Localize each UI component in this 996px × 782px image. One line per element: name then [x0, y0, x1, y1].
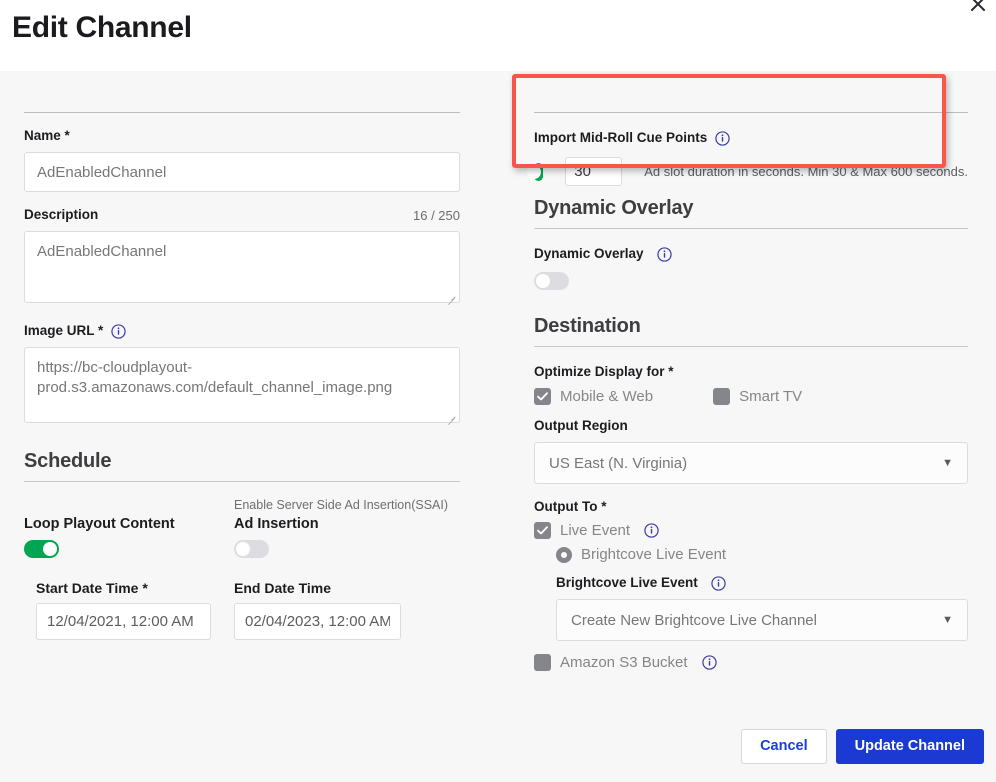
left-column: Name * Description 16 / 250 AdEnabledCha… [0, 71, 500, 722]
cancel-button[interactable]: Cancel [741, 729, 827, 764]
dynamic-overlay-label: Dynamic Overlay [534, 245, 968, 263]
checkbox-label: Smart TV [739, 388, 802, 405]
info-icon[interactable] [111, 324, 126, 339]
destination-divider [534, 346, 968, 347]
start-date-label: Start Date Time * [36, 580, 222, 596]
dynamic-overlay-toggle[interactable] [534, 272, 569, 290]
checkbox-live-event[interactable]: Live Event [534, 522, 968, 539]
radio-icon-selected[interactable] [556, 547, 572, 563]
checkbox-icon-checked[interactable] [534, 522, 551, 539]
schedule-dates-row: Start Date Time * End Date Time [24, 580, 460, 640]
cue-points-label-text: Import Mid-Roll Cue Points [534, 129, 707, 147]
image-url-label-text: Image URL * [24, 322, 103, 340]
checkbox-smart-tv[interactable]: Smart TV [713, 388, 802, 405]
end-date-input[interactable] [234, 603, 401, 640]
output-region-label: Output Region [534, 417, 968, 435]
cue-points-label: Import Mid-Roll Cue Points [534, 129, 968, 147]
destination-section-title: Destination [534, 315, 968, 338]
info-icon[interactable] [711, 576, 726, 591]
chevron-down-icon: ▼ [942, 458, 953, 469]
info-icon[interactable] [715, 131, 730, 146]
schedule-section: Schedule Loop Playout Content Enable Ser… [24, 450, 460, 640]
modal-header: Edit Channel [0, 0, 996, 71]
checkbox-label: Amazon S3 Bucket [560, 654, 688, 671]
right-column: Import Mid-Roll Cue Points Ad slot durat… [500, 71, 996, 722]
cue-points-controls: Ad slot duration in seconds. Min 30 & Ma… [534, 157, 968, 186]
dynamic-overlay-divider [534, 228, 968, 229]
destination-section: Destination Optimize Display for * Mobil… [534, 315, 968, 671]
loop-playout-group: Loop Playout Content [24, 496, 222, 563]
checkbox-amazon-s3[interactable]: Amazon S3 Bucket [534, 654, 968, 671]
checkbox-mobile-web[interactable]: Mobile & Web [534, 388, 653, 405]
loop-playout-toggle[interactable] [24, 540, 59, 558]
image-url-field-group: Image URL * https://bc-cloudplayout-prod… [24, 322, 460, 428]
end-date-label: End Date Time [234, 580, 432, 596]
info-icon[interactable] [702, 655, 717, 670]
brightcove-live-event-label-text: Brightcove Live Event [556, 574, 698, 592]
checkbox-icon-unchecked[interactable] [713, 388, 730, 405]
name-label: Name * [24, 127, 70, 145]
ssai-note: Enable Server Side Ad Insertion(SSAI) [234, 496, 432, 514]
ad-slot-duration-input[interactable] [565, 157, 622, 186]
description-field-group: Description 16 / 250 AdEnabledChannel [24, 206, 460, 308]
cue-points-group: Import Mid-Roll Cue Points Ad slot durat… [534, 129, 968, 186]
checkbox-icon-unchecked[interactable] [534, 654, 551, 671]
description-label: Description [24, 206, 98, 224]
checkbox-label: Mobile & Web [560, 388, 653, 405]
description-textarea[interactable]: AdEnabledChannel [24, 231, 460, 303]
edit-channel-modal: Edit Channel Name * Description 16 / [0, 0, 996, 782]
loop-spacer [24, 496, 222, 514]
start-date-group: Start Date Time * [24, 580, 222, 640]
ad-slot-duration-help: Ad slot duration in seconds. Min 30 & Ma… [644, 164, 968, 179]
chevron-down-icon: ▼ [942, 615, 953, 626]
page-title: Edit Channel [12, 10, 192, 46]
dynamic-overlay-label-text: Dynamic Overlay [534, 245, 644, 263]
start-date-input[interactable] [36, 603, 211, 640]
image-url-textarea[interactable]: https://bc-cloudplayout-prod.s3.amazonaw… [24, 347, 460, 423]
checkbox-icon-checked[interactable] [534, 388, 551, 405]
loop-playout-label: Loop Playout Content [24, 516, 222, 532]
checkbox-label: Live Event [560, 522, 630, 539]
close-icon[interactable] [966, 0, 990, 16]
schedule-section-title: Schedule [24, 450, 460, 473]
brightcove-live-event-select[interactable]: Create New Brightcove Live Channel ▼ [556, 599, 968, 641]
left-top-divider [24, 112, 460, 113]
schedule-divider [24, 481, 460, 482]
output-region-select[interactable]: US East (N. Virginia) ▼ [534, 442, 968, 484]
radio-label: Brightcove Live Event [581, 546, 726, 563]
optimize-display-options: Mobile & Web Smart TV [534, 388, 968, 405]
info-icon[interactable] [657, 247, 672, 262]
output-to-label: Output To * [534, 498, 968, 516]
schedule-toggles-row: Loop Playout Content Enable Server Side … [24, 496, 460, 563]
ad-insertion-label: Ad Insertion [234, 516, 432, 532]
modal-body: Name * Description 16 / 250 AdEnabledCha… [0, 71, 996, 722]
right-top-divider [534, 112, 968, 113]
brightcove-live-event-label: Brightcove Live Event [556, 574, 968, 592]
dynamic-overlay-section-title: Dynamic Overlay [534, 197, 968, 220]
optimize-display-label: Optimize Display for * [534, 363, 968, 381]
output-region-value: US East (N. Virginia) [549, 455, 687, 472]
update-channel-button[interactable]: Update Channel [836, 729, 984, 764]
brightcove-live-event-value: Create New Brightcove Live Channel [571, 612, 817, 629]
end-date-group: End Date Time [234, 580, 432, 640]
description-counter: 16 / 250 [413, 208, 460, 223]
image-url-label: Image URL * [24, 322, 460, 340]
dynamic-overlay-section: Dynamic Overlay Dynamic Overlay [534, 197, 968, 295]
radio-brightcove-live-event[interactable]: Brightcove Live Event [556, 546, 968, 563]
ad-insertion-toggle[interactable] [234, 540, 269, 558]
info-icon[interactable] [644, 523, 659, 538]
modal-footer: Cancel Update Channel [0, 722, 996, 782]
name-input[interactable] [24, 152, 460, 192]
name-field-group: Name * [24, 127, 460, 192]
ad-insertion-group: Enable Server Side Ad Insertion(SSAI) Ad… [234, 496, 432, 563]
cue-points-toggle[interactable] [534, 163, 543, 181]
